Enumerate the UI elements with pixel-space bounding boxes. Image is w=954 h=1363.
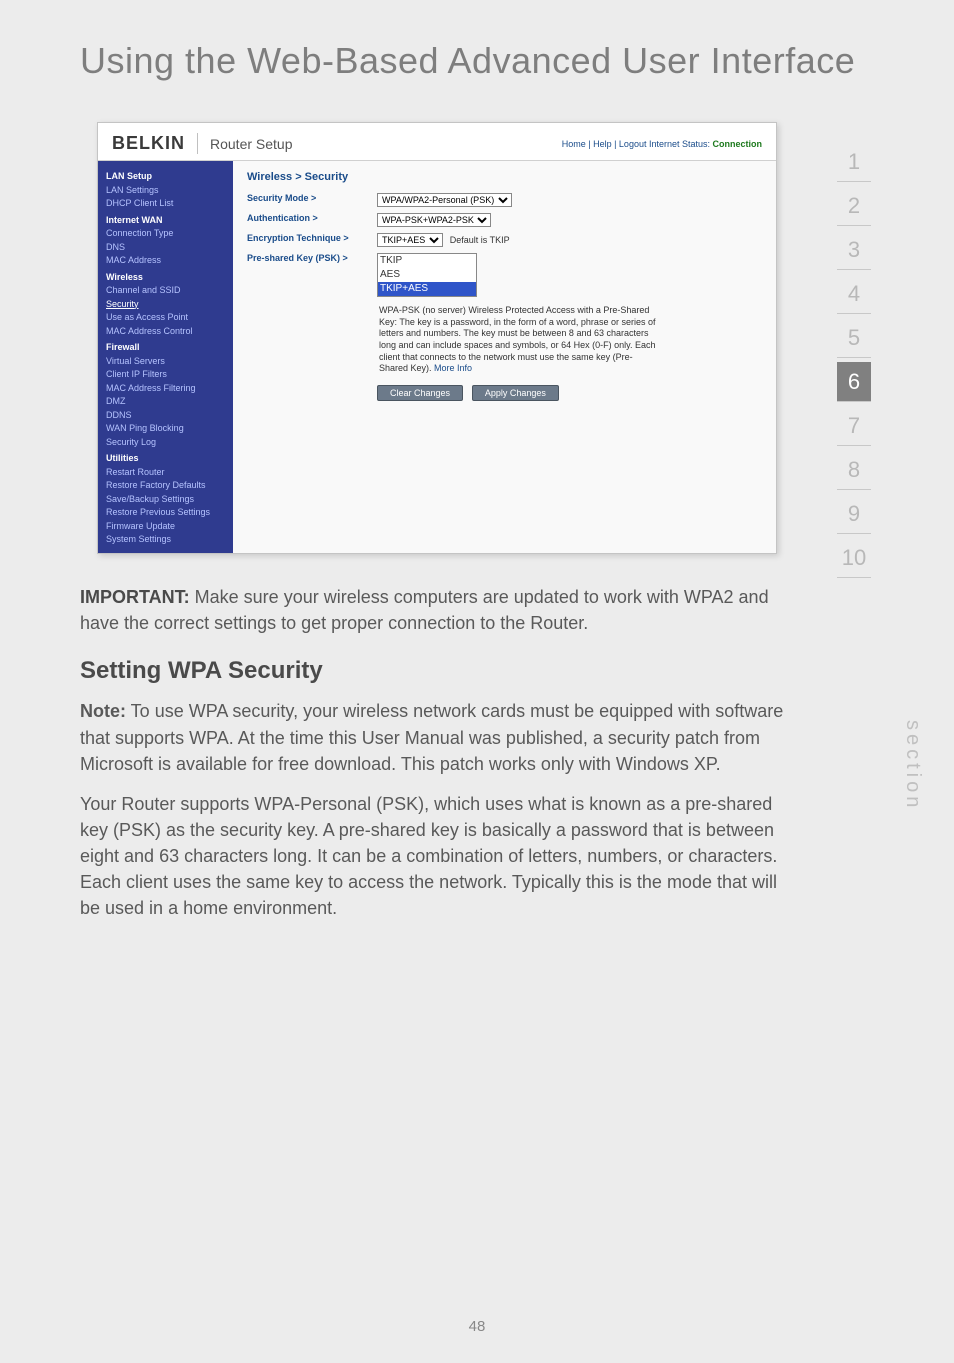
wpa-paragraph-2: Your Router supports WPA-Personal (PSK),… bbox=[80, 791, 794, 921]
pager-item-10[interactable]: 10 bbox=[837, 538, 871, 578]
security-mode-select[interactable]: WPA/WPA2-Personal (PSK) bbox=[377, 193, 512, 207]
sidebar-item[interactable]: DDNS bbox=[106, 409, 225, 423]
apply-changes-button[interactable]: Apply Changes bbox=[472, 385, 559, 401]
pager-item-4[interactable]: 4 bbox=[837, 274, 871, 314]
sidebar-item[interactable]: MAC Address Filtering bbox=[106, 382, 225, 396]
router-screenshot: BELKIN Router Setup Home | Help | Logout… bbox=[97, 122, 777, 554]
note-label: Note: bbox=[80, 701, 126, 721]
authentication-label: Authentication > bbox=[247, 213, 377, 223]
psk-label: Pre-shared Key (PSK) > bbox=[247, 253, 377, 263]
sidebar-item[interactable]: DNS bbox=[106, 241, 225, 255]
sidebar-item[interactable]: Wireless bbox=[106, 271, 225, 285]
section-label: section bbox=[901, 720, 924, 811]
panel-title: Wireless > Security bbox=[247, 171, 762, 183]
sidebar-item[interactable]: Client IP Filters bbox=[106, 368, 225, 382]
info-text: WPA-PSK (no server) Wireless Protected A… bbox=[379, 305, 659, 375]
wpa-note-paragraph: Note: To use WPA security, your wireless… bbox=[80, 698, 794, 776]
sidebar-item[interactable]: Channel and SSID bbox=[106, 284, 225, 298]
sidebar-item[interactable]: DMZ bbox=[106, 395, 225, 409]
more-info-link[interactable]: More Info bbox=[434, 363, 472, 373]
authentication-select[interactable]: WPA-PSK+WPA2-PSK bbox=[377, 213, 491, 227]
sidebar-item[interactable]: Internet WAN bbox=[106, 214, 225, 228]
sidebar-item[interactable]: Use as Access Point bbox=[106, 311, 225, 325]
pager-item-6[interactable]: 6 bbox=[837, 362, 871, 402]
important-paragraph: IMPORTANT: Make sure your wireless compu… bbox=[80, 584, 794, 636]
sidebar-item[interactable]: Security Log bbox=[106, 436, 225, 450]
psk-option[interactable]: AES bbox=[378, 268, 476, 282]
important-label: IMPORTANT: bbox=[80, 587, 190, 607]
sidebar-item[interactable]: LAN Settings bbox=[106, 184, 225, 198]
pager-item-7[interactable]: 7 bbox=[837, 406, 871, 446]
pager-item-3[interactable]: 3 bbox=[837, 230, 871, 270]
wpa-heading: Setting WPA Security bbox=[80, 654, 794, 689]
psk-option[interactable]: TKIP bbox=[378, 254, 476, 268]
pager-item-9[interactable]: 9 bbox=[837, 494, 871, 534]
page-number: 48 bbox=[0, 1318, 954, 1335]
sidebar-item[interactable]: Security bbox=[106, 298, 225, 312]
encryption-label: Encryption Technique > bbox=[247, 233, 377, 243]
security-mode-label: Security Mode > bbox=[247, 193, 377, 203]
sidebar-item[interactable]: Utilities bbox=[106, 452, 225, 466]
chapter-title: Using the Web-Based Advanced User Interf… bbox=[80, 40, 884, 82]
pager-item-2[interactable]: 2 bbox=[837, 186, 871, 226]
pager-item-8[interactable]: 8 bbox=[837, 450, 871, 490]
sidebar-item[interactable]: Restore Factory Defaults bbox=[106, 479, 225, 493]
encryption-select[interactable]: TKIP+AES bbox=[377, 233, 443, 247]
sidebar-item[interactable]: Restore Previous Settings bbox=[106, 506, 225, 520]
sidebar-item[interactable]: Save/Backup Settings bbox=[106, 493, 225, 507]
sidebar-item[interactable]: DHCP Client List bbox=[106, 197, 225, 211]
sidebar-item[interactable]: System Settings bbox=[106, 533, 225, 547]
clear-changes-button[interactable]: Clear Changes bbox=[377, 385, 463, 401]
sidebar-item[interactable]: Firewall bbox=[106, 341, 225, 355]
sidebar-item[interactable]: LAN Setup bbox=[106, 170, 225, 184]
router-panel: Wireless > Security Security Mode > WPA/… bbox=[233, 161, 776, 553]
pager-item-5[interactable]: 5 bbox=[837, 318, 871, 358]
router-toplinks: Home | Help | Logout Internet Status: Co… bbox=[562, 139, 762, 149]
sidebar-item[interactable]: MAC Address Control bbox=[106, 325, 225, 339]
psk-option-list[interactable]: TKIPAESTKIP+AES bbox=[377, 253, 477, 297]
sidebar-item[interactable]: Virtual Servers bbox=[106, 355, 225, 369]
router-sidebar: LAN SetupLAN SettingsDHCP Client List Int… bbox=[98, 161, 233, 553]
sidebar-item[interactable]: Connection Type bbox=[106, 227, 225, 241]
sidebar-item[interactable]: Restart Router bbox=[106, 466, 225, 480]
sidebar-item[interactable]: WAN Ping Blocking bbox=[106, 422, 225, 436]
psk-option[interactable]: TKIP+AES bbox=[378, 282, 476, 296]
router-title: Router Setup bbox=[198, 136, 562, 152]
router-brand: BELKIN bbox=[112, 133, 198, 154]
encryption-note: Default is TKIP bbox=[450, 235, 510, 245]
section-pager: 12345678910 bbox=[824, 142, 884, 578]
pager-item-1[interactable]: 1 bbox=[837, 142, 871, 182]
sidebar-item[interactable]: Firmware Update bbox=[106, 520, 225, 534]
sidebar-item[interactable]: MAC Address bbox=[106, 254, 225, 268]
